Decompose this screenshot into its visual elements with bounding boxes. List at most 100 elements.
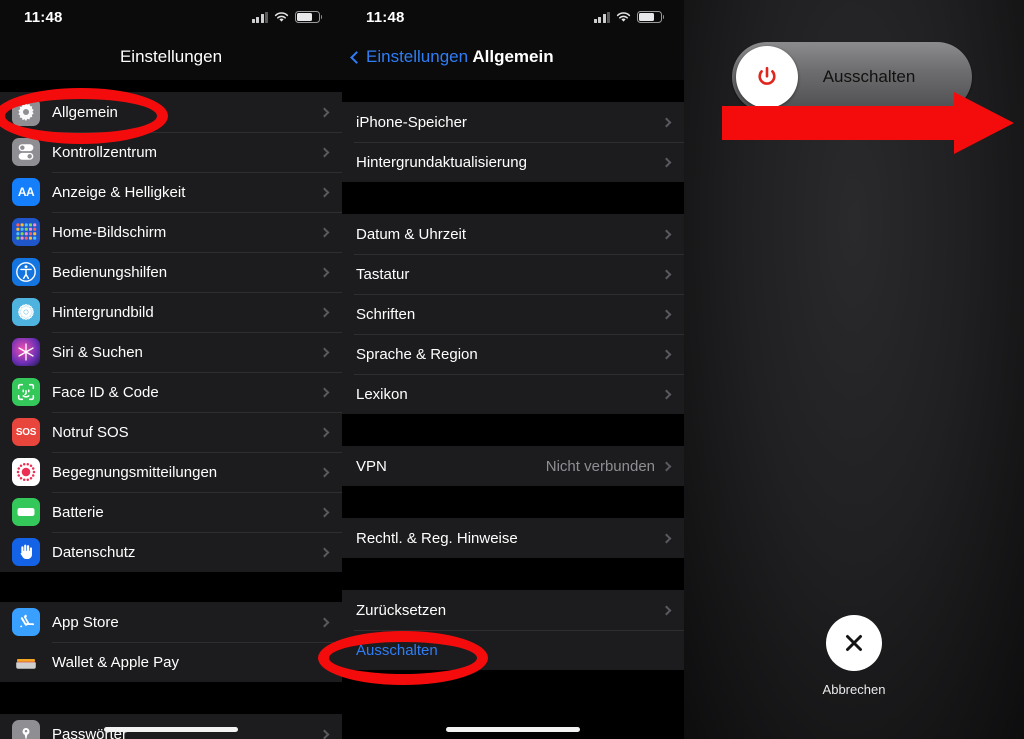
settings-row-label: Anzeige & Helligkeit <box>52 183 186 201</box>
status-indicators <box>593 11 665 23</box>
general-group-3: Rechtl. & Reg. Hinweise <box>342 518 684 558</box>
chevron-right-icon <box>319 187 330 197</box>
back-button[interactable]: Einstellungen <box>350 47 469 67</box>
chevron-right-icon <box>661 349 672 359</box>
general-row-hintergrundaktualisierung[interactable]: Hintergrundaktualisierung <box>342 142 684 182</box>
chevron-right-icon <box>319 657 330 667</box>
settings-row-label: Batterie <box>52 503 104 521</box>
general-row-ausschalten[interactable]: Ausschalten <box>342 630 684 670</box>
cellular-signal-icon <box>251 11 268 23</box>
general-row-vpn[interactable]: VPN Nicht verbunden <box>342 446 684 486</box>
general-row-label: iPhone-Speicher <box>356 113 467 131</box>
wifi-icon <box>616 11 631 23</box>
wifi-icon <box>274 11 289 23</box>
chevron-right-icon <box>661 269 672 279</box>
chevron-right-icon <box>319 507 330 517</box>
settings-row-label: Bedienungshilfen <box>52 263 168 281</box>
chevron-right-icon <box>319 307 330 317</box>
general-group-2: VPN Nicht verbunden <box>342 446 684 486</box>
settings-row-label: Allgemein <box>52 103 118 121</box>
chevron-right-icon <box>661 309 672 319</box>
nav-bar-left: Einstellungen <box>0 34 342 80</box>
accessibility-icon <box>12 258 40 286</box>
chevron-right-icon <box>319 547 330 557</box>
home-indicator-mid <box>446 727 580 732</box>
settings-row-batterie[interactable]: Batterie <box>0 492 342 532</box>
settings-row-begegnungsmitteilungen[interactable]: Begegnungsmitteilungen <box>0 452 342 492</box>
chevron-right-icon <box>661 461 672 471</box>
power-off-panel: Ausschalten Abbrechen <box>684 0 1024 739</box>
general-row-label: Schriften <box>356 305 416 323</box>
screenshot-root: 11:48 Einstellungen Allgemein Kontrollzen… <box>0 0 1024 739</box>
status-bar-left: 11:48 <box>0 0 342 34</box>
settings-group-store: App Store Wallet & Apple Pay <box>0 602 342 682</box>
settings-row-allgemein[interactable]: Allgemein <box>0 92 342 132</box>
chevron-right-icon <box>319 107 330 117</box>
general-row-label: Ausschalten <box>356 641 438 659</box>
power-off-slider-wrap: Ausschalten <box>732 42 972 112</box>
app-store-icon <box>12 608 40 636</box>
settings-group-general: Allgemein Kontrollzentrum AA Anzeige & Hell… <box>0 92 342 572</box>
settings-row-label: Face ID & Code <box>52 383 159 401</box>
general-row-label: Datum & Uhrzeit <box>356 225 467 243</box>
settings-row-anzeige-helligkeit[interactable]: AA Anzeige & Helligkeit <box>0 172 342 212</box>
settings-row-face-id-code[interactable]: Face ID & Code <box>0 372 342 412</box>
general-row-label: Hintergrundaktualisierung <box>356 153 527 171</box>
settings-row-wallet-apple-pay[interactable]: Wallet & Apple Pay <box>0 642 342 682</box>
cancel-label: Abbrechen <box>822 682 886 697</box>
settings-row-label: Home-Bildschirm <box>52 223 167 241</box>
settings-row-notruf-sos[interactable]: SOS Notruf SOS <box>0 412 342 452</box>
face-id-icon <box>12 378 40 406</box>
settings-row-home-bildschirm[interactable]: Home-Bildschirm <box>0 212 342 252</box>
settings-row-hintergrundbild[interactable]: Hintergrundbild <box>0 292 342 332</box>
exposure-notifications-icon <box>12 458 40 486</box>
general-row-lexikon[interactable]: Lexikon <box>342 374 684 414</box>
nav-bar-mid: Einstellungen Allgemein <box>342 34 684 80</box>
settings-row-label: Begegnungsmitteilungen <box>52 463 218 481</box>
chevron-right-icon <box>661 117 672 127</box>
display-brightness-icon: AA <box>12 178 40 206</box>
general-row-iphone-speicher[interactable]: iPhone-Speicher <box>342 102 684 142</box>
siri-icon <box>12 338 40 366</box>
sos-icon: SOS <box>12 418 40 446</box>
general-row-sprache-region[interactable]: Sprache & Region <box>342 334 684 374</box>
general-group-1: Datum & Uhrzeit Tastatur Schriften Sprache … <box>342 214 684 414</box>
slide-to-power-off-slider[interactable]: Ausschalten <box>732 42 972 112</box>
power-slider-knob[interactable] <box>736 46 798 108</box>
battery-icon <box>295 11 323 23</box>
settings-row-label: Hintergrundbild <box>52 303 154 321</box>
general-row-label: Sprache & Region <box>356 345 478 363</box>
battery-icon <box>637 11 665 23</box>
general-row-rechtl-reg-hinweise[interactable]: Rechtl. & Reg. Hinweise <box>342 518 684 558</box>
general-row-datum-uhrzeit[interactable]: Datum & Uhrzeit <box>342 214 684 254</box>
chevron-right-icon <box>661 389 672 399</box>
chevron-left-icon <box>350 50 363 64</box>
cancel-button[interactable] <box>826 615 882 671</box>
settings-list-mid[interactable]: iPhone-Speicher Hintergrundaktualisierung… <box>342 80 684 739</box>
control-center-icon <box>12 138 40 166</box>
cancel-area: Abbrechen <box>684 615 1024 697</box>
status-time: 11:48 <box>366 8 405 26</box>
chevron-right-icon <box>319 467 330 477</box>
general-row-schriften[interactable]: Schriften <box>342 294 684 334</box>
chevron-right-icon <box>319 729 330 739</box>
chevron-right-icon <box>319 147 330 157</box>
settings-row-app-store[interactable]: App Store <box>0 602 342 642</box>
settings-row-siri-suchen[interactable]: Siri & Suchen <box>0 332 342 372</box>
settings-row-label: Notruf SOS <box>52 423 129 441</box>
back-button-label: Einstellungen <box>366 47 469 66</box>
home-indicator-left <box>104 727 238 732</box>
general-row-zur-cksetzen[interactable]: Zurücksetzen <box>342 590 684 630</box>
status-indicators <box>251 11 323 23</box>
chevron-right-icon <box>661 229 672 239</box>
chevron-right-icon <box>319 227 330 237</box>
general-row-tastatur[interactable]: Tastatur <box>342 254 684 294</box>
general-row-label: Rechtl. & Reg. Hinweise <box>356 529 518 547</box>
settings-row-kontrollzentrum[interactable]: Kontrollzentrum <box>0 132 342 172</box>
settings-row-bedienungshilfen[interactable]: Bedienungshilfen <box>0 252 342 292</box>
settings-row-label: Wallet & Apple Pay <box>52 653 180 671</box>
general-row-label: VPN <box>356 457 387 475</box>
settings-list-left[interactable]: Allgemein Kontrollzentrum AA Anzeige & Hell… <box>0 80 342 739</box>
settings-row-datenschutz[interactable]: Datenschutz <box>0 532 342 572</box>
settings-row-label: App Store <box>52 613 119 631</box>
